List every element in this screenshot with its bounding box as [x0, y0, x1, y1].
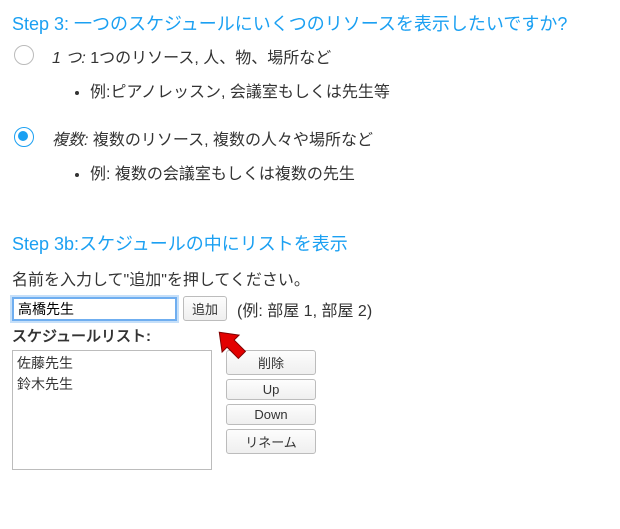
radio-multiple-label: 複数: 複数のリソース, 複数の人々や場所など [52, 126, 608, 150]
radio-multiple-resources[interactable] [14, 127, 34, 147]
example-multiple: 例: 複数の会議室もしくは複数の先生 [90, 160, 608, 184]
list-item[interactable]: 鈴木先生 [17, 374, 207, 395]
example-one: 例:ピアノレッスン, 会議室もしくは先生等 [90, 78, 608, 102]
name-input[interactable] [12, 297, 177, 321]
up-button[interactable]: Up [226, 379, 316, 400]
instruction-text: 名前を入力して"追加"を押してください。 [12, 266, 608, 290]
list-label: スケジュールリスト: [12, 325, 608, 346]
list-item[interactable]: 佐藤先生 [17, 353, 207, 374]
radio-one-resource[interactable] [14, 45, 34, 65]
down-button[interactable]: Down [226, 404, 316, 425]
input-hint: (例: 部屋 1, 部屋 2) [237, 297, 372, 321]
step3-title: Step 3: 一つのスケジュールにいくつのリソースを表示したいですか? [12, 10, 608, 36]
rename-button[interactable]: リネーム [226, 429, 316, 454]
step3b-title: Step 3b:スケジュールの中にリストを表示 [12, 230, 608, 256]
radio-one-label: 1 つ: 1つのリソース, 人、物、場所など [52, 44, 608, 68]
add-button[interactable]: 追加 [183, 296, 227, 321]
schedule-listbox[interactable]: 佐藤先生 鈴木先生 [12, 350, 212, 470]
